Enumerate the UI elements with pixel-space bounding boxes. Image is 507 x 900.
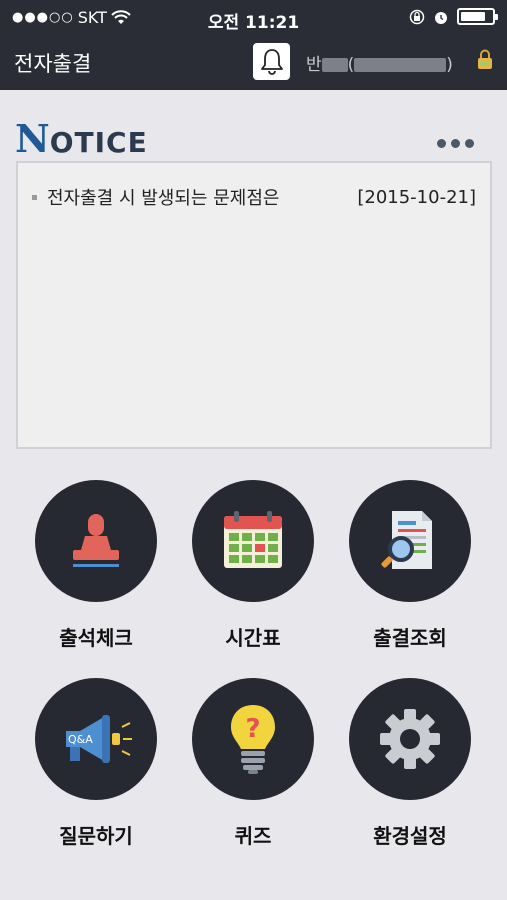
menu-label: 출석체크 [59,626,133,650]
quiz-circle: ? [192,678,314,800]
redacted-name [321,58,348,72]
bell-icon [260,48,283,75]
lightbulb-question-icon: ? [231,705,275,774]
notice-heading: NOTICE [15,116,148,161]
alarm-icon [435,11,447,24]
menu-quiz[interactable]: ? 퀴즈 [178,678,328,849]
notice-item-date: [2015-10-21] [357,186,476,208]
more-dot [437,138,446,148]
timetable-circle [192,480,314,602]
user-name[interactable]: 반 () [306,50,453,75]
question-circle: Q&A [35,678,157,800]
menu-label: 질문하기 [59,824,133,848]
title-bar: 전자출결 반 () [0,40,507,86]
menu-attendance-lookup[interactable]: 출결조회 [335,480,485,651]
user-id-open: ( [347,55,355,75]
status-bar: ●●●○○ SKT 오전 11:21 [0,0,507,36]
notice-item[interactable]: 전자출결 시 발생되는 문제점은 [2015-10-21] [32,185,476,209]
bullet-icon [32,194,37,200]
notice-heading-initial: N [15,116,50,161]
app-header: ●●●○○ SKT 오전 11:21 전자출결 반 () [0,0,507,90]
menu-label: 퀴즈 [234,824,272,848]
menu-label: 시간표 [225,626,281,650]
menu-label: 출결조회 [373,626,447,650]
menu-ask-question[interactable]: Q&A 질문하기 [21,678,171,849]
battery-icon [457,8,498,25]
app-title: 전자출결 [14,52,92,76]
gear-icon [380,709,440,769]
redacted-id [354,58,447,72]
notice-list: 전자출결 시 발생되는 문제점은 [2015-10-21] [16,161,492,449]
more-button[interactable] [437,133,477,153]
lookup-circle [349,480,471,602]
menu-label: 환경설정 [373,824,447,848]
document-search-icon [381,511,432,569]
notice-heading-rest: OTICE [49,126,148,159]
more-dot [451,138,460,148]
notice-item-title: 전자출결 시 발생되는 문제점은 [47,188,280,209]
lock-icon[interactable] [477,48,493,70]
user-name-prefix: 반 [306,55,322,75]
calendar-icon [224,511,282,568]
status-icons [409,8,498,25]
svg-text:Q&A: Q&A [68,733,93,746]
megaphone-qa-icon: Q&A [66,715,132,763]
rotation-lock-icon [409,9,425,24]
menu-timetable[interactable]: 시간표 [178,480,328,651]
more-dot [465,138,474,148]
menu-attendance-check[interactable]: 출석체크 [21,480,171,651]
menu-settings[interactable]: 환경설정 [335,678,485,849]
svg-text:?: ? [245,714,260,744]
settings-circle [349,678,471,800]
notification-button[interactable] [253,43,290,80]
attendance-circle [35,480,157,602]
stamp-icon [73,514,119,567]
user-id-close: ) [446,55,453,75]
